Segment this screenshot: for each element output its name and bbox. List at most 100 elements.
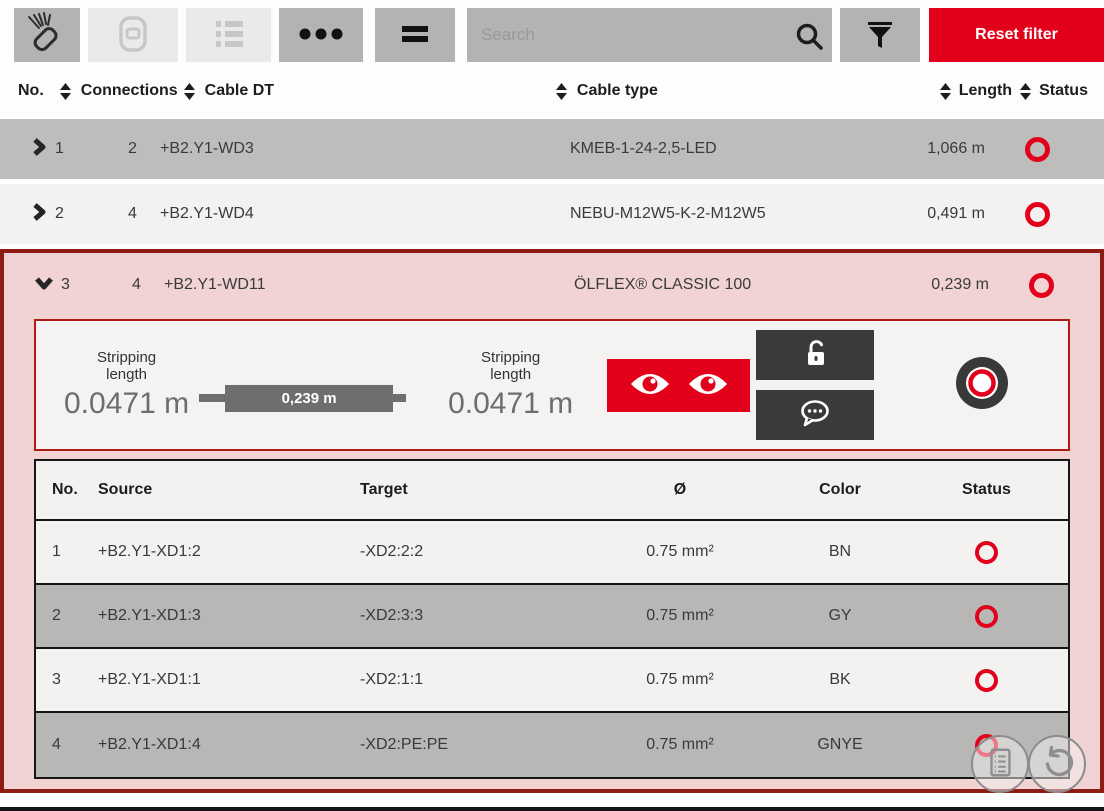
- row-no: 2: [55, 205, 64, 223]
- cable-module-button[interactable]: [88, 8, 178, 62]
- sort-cable-type-icon[interactable]: [556, 83, 567, 100]
- conn-color: GY: [770, 607, 910, 625]
- row-cable-type: ÖLFLEX® CLASSIC 100: [574, 276, 854, 294]
- view-both-ends-button[interactable]: [607, 359, 750, 412]
- conn-target: -XD2:2:2: [360, 543, 590, 561]
- conn-source: +B2.Y1-XD1:3: [98, 607, 360, 625]
- row-length: 0,239 m: [854, 276, 1004, 294]
- conn-color: BN: [770, 543, 910, 561]
- undo-icon: [1039, 745, 1075, 784]
- connection-row[interactable]: 1 +B2.Y1-XD1:2 -XD2:2:2 0.75 mm² BN: [36, 521, 1068, 585]
- col-source: Source: [98, 481, 360, 499]
- wire-stripper-icon: [24, 11, 70, 60]
- sort-connections-icon[interactable]: [184, 83, 195, 100]
- search-input[interactable]: [467, 8, 832, 62]
- connection-row[interactable]: 2 +B2.Y1-XD1:3 -XD2:3:3 0.75 mm² GY: [36, 585, 1068, 649]
- col-color: Color: [770, 481, 910, 499]
- conn-color: BK: [770, 671, 910, 689]
- search-field: [467, 8, 832, 62]
- connection-row[interactable]: 4 +B2.Y1-XD1:4 -XD2:PE:PE 0.75 mm² GNYE: [36, 713, 1068, 777]
- row-cable-dt: +B2.Y1-WD4: [160, 205, 570, 223]
- undo-button[interactable]: [1028, 735, 1086, 793]
- copy-list-button[interactable]: [971, 735, 1029, 793]
- connections-table-header: No. Source Target Ø Color Status: [36, 461, 1068, 521]
- col-no: No.: [18, 82, 44, 100]
- conn-diameter: 0.75 mm²: [590, 607, 770, 625]
- copy-list-icon: [983, 746, 1017, 783]
- status-ring-icon: [975, 669, 998, 692]
- connection-list-icon: [208, 13, 250, 58]
- conn-target: -XD2:3:3: [360, 607, 590, 625]
- table-row[interactable]: 2 4 +B2.Y1-WD4 NEBU-M12W5-K-2-M12W5 0,49…: [0, 184, 1104, 244]
- cable-end-right: [393, 394, 406, 402]
- unlock-button[interactable]: [756, 330, 874, 380]
- equals-icon: [402, 25, 428, 46]
- conn-diameter: 0.75 mm²: [590, 543, 770, 561]
- cable-end-left: [199, 394, 225, 402]
- filter-button[interactable]: [840, 8, 920, 62]
- conn-no: 2: [36, 607, 98, 625]
- row-connections: 4: [109, 276, 164, 294]
- status-ring-icon: [1025, 202, 1050, 227]
- connection-list-button[interactable]: [186, 8, 271, 62]
- connection-row[interactable]: 3 +B2.Y1-XD1:1 -XD2:1:1 0.75 mm² BK: [36, 649, 1068, 713]
- reset-filter-button[interactable]: Reset filter: [929, 8, 1104, 62]
- eye-icon: [687, 371, 729, 400]
- col-no: No.: [36, 481, 98, 499]
- sort-no-icon[interactable]: [60, 83, 71, 100]
- unlock-icon: [800, 338, 830, 373]
- row-length: 1,066 m: [850, 140, 1000, 158]
- row-no: 3: [61, 276, 70, 294]
- equals-view-button[interactable]: [375, 8, 455, 62]
- conn-diameter: 0.75 mm²: [590, 671, 770, 689]
- row-no: 1: [55, 140, 64, 158]
- stripping-length-label: Stripping length: [473, 349, 549, 384]
- row-cable-dt: +B2.Y1-WD3: [160, 140, 570, 158]
- chevron-right-icon[interactable]: [30, 202, 48, 227]
- col-diameter: Ø: [590, 481, 770, 499]
- conn-no: 1: [36, 543, 98, 561]
- status-ring-icon: [1025, 137, 1050, 162]
- table-row-expanded[interactable]: 3 4 +B2.Y1-WD11 ÖLFLEX® CLASSIC 100 0,23…: [4, 255, 1100, 315]
- stripping-length-right: Stripping length 0.0471 m: [448, 349, 573, 422]
- conn-target: -XD2:1:1: [360, 671, 590, 689]
- status-ring-icon: [1029, 273, 1054, 298]
- stripping-length-value: 0.0471 m: [64, 387, 189, 421]
- col-connections: Connections: [81, 82, 178, 100]
- comment-button[interactable]: [756, 390, 874, 440]
- conn-source: +B2.Y1-XD1:2: [98, 543, 360, 561]
- status-ring-icon: [975, 605, 998, 628]
- table-row[interactable]: 1 2 +B2.Y1-WD3 KMEB-1-24-2,5-LED 1,066 m: [0, 119, 1104, 179]
- toolbar: Reset filter: [14, 8, 1104, 62]
- conn-diameter: 0.75 mm²: [590, 736, 770, 754]
- cable-detail-panel: Stripping length 0.0471 m 0,239 m Stripp…: [34, 319, 1070, 451]
- chevron-right-icon[interactable]: [30, 137, 48, 162]
- sort-status-icon[interactable]: [1020, 83, 1031, 100]
- search-icon: [794, 21, 824, 56]
- conn-no: 3: [36, 671, 98, 689]
- more-options-icon: [297, 26, 345, 45]
- row-cable-type: KMEB-1-24-2,5-LED: [570, 140, 850, 158]
- col-target: Target: [360, 481, 590, 499]
- conn-color: GNYE: [770, 736, 910, 754]
- sort-length-icon[interactable]: [940, 83, 951, 100]
- row-length: 0,491 m: [850, 205, 1000, 223]
- main-table-header: No. Connections Cable DT Cable type Leng…: [0, 68, 1104, 114]
- conn-target: -XD2:PE:PE: [360, 736, 590, 754]
- col-status: Status: [1039, 82, 1088, 100]
- row-cable-dt: +B2.Y1-WD11: [164, 276, 574, 294]
- chevron-down-icon[interactable]: [34, 274, 54, 297]
- stripping-length-label: Stripping length: [89, 349, 165, 384]
- conn-no: 4: [36, 736, 98, 754]
- conn-source: +B2.Y1-XD1:1: [98, 671, 360, 689]
- cable-cross-section-icon: [954, 355, 1010, 416]
- col-cable-dt: Cable DT: [205, 82, 274, 100]
- conn-source: +B2.Y1-XD1:4: [98, 736, 360, 754]
- col-length: Length: [959, 82, 1012, 100]
- stripping-length-left: Stripping length 0.0471 m: [64, 349, 189, 422]
- more-options-button[interactable]: [279, 8, 363, 62]
- cable-module-icon: [112, 13, 154, 58]
- row-cable-type: NEBU-M12W5-K-2-M12W5: [570, 205, 850, 223]
- status-ring-icon: [975, 541, 998, 564]
- wire-stripper-button[interactable]: [14, 8, 80, 62]
